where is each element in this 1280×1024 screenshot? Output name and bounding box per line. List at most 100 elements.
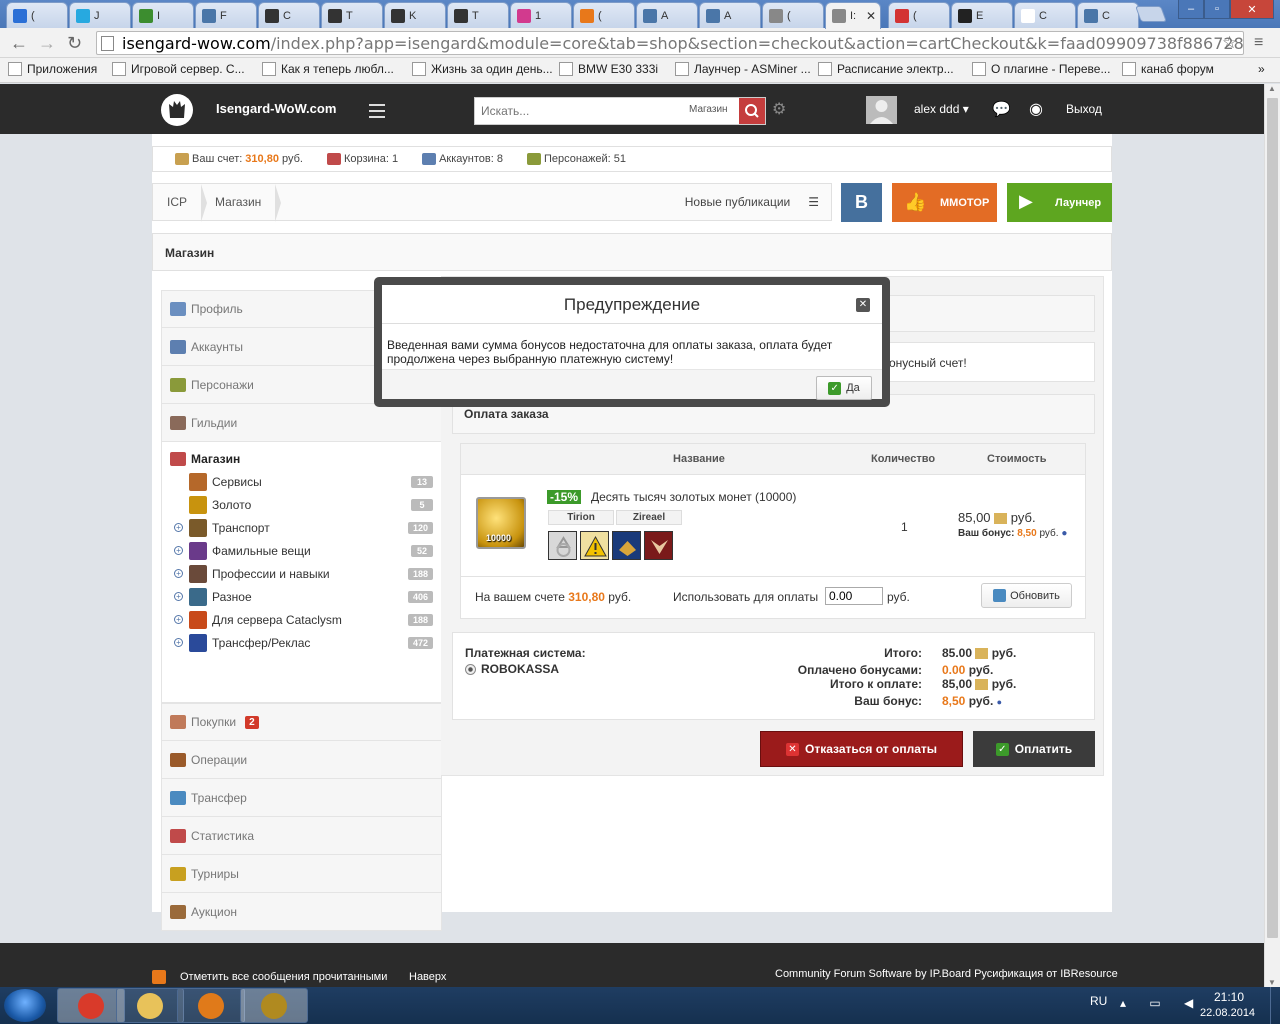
bookmarks-overflow[interactable]: » [1258, 62, 1265, 76]
taskbar-app-wow[interactable] [240, 988, 308, 1023]
close-icon[interactable]: ✕ [856, 298, 870, 312]
site-name[interactable]: Isengard-WoW.com [216, 101, 336, 116]
rss-icon[interactable] [152, 970, 166, 984]
accounts-info[interactable]: Аккаунтов: 8 [422, 153, 503, 165]
scrollbar-thumb[interactable] [1267, 98, 1278, 938]
maximize-button[interactable]: ▫ [1204, 0, 1230, 19]
breadcrumb-item-home[interactable]: ICP [153, 184, 208, 222]
bookmark-item[interactable]: О плагине - Переве... [972, 62, 1110, 76]
taskbar-app-explorer[interactable] [116, 988, 184, 1023]
info-icon[interactable]: ● [1061, 528, 1067, 539]
globe-icon[interactable]: ◉ [1029, 99, 1043, 119]
browser-tab[interactable]: ( [888, 2, 950, 28]
bookmark-star-icon[interactable]: ☆ [1222, 33, 1237, 53]
user-menu[interactable]: alex ddd ▾ [914, 102, 969, 116]
cart-link[interactable]: Корзина: 1 [326, 153, 398, 165]
characters-info[interactable]: Персонажей: 51 [526, 153, 626, 165]
browser-tab[interactable]: I [132, 2, 194, 28]
sidebar-item[interactable]: Аукцион [161, 893, 442, 931]
sidebar-item[interactable]: Турниры [161, 855, 442, 893]
new-tab-button[interactable] [1135, 6, 1167, 22]
browser-tab[interactable]: 1 [510, 2, 572, 28]
gold-coins-image[interactable]: 10000 [476, 497, 526, 549]
bookmark-item[interactable]: Приложения [8, 62, 97, 76]
shop-category-item[interactable]: + Разное 406 [170, 585, 433, 608]
browser-tab[interactable]: J [69, 2, 131, 28]
minimize-button[interactable]: – [1178, 0, 1204, 19]
dialog-ok-button[interactable]: ✓ Да [816, 376, 872, 400]
info-icon[interactable]: ● [997, 697, 1002, 707]
logout-link[interactable]: Выход [1066, 102, 1102, 116]
forward-icon[interactable]: → [38, 33, 56, 53]
shop-category-item[interactable]: + Трансфер/Реклас 472 [170, 631, 433, 654]
search-scope[interactable]: Магазин [689, 104, 728, 115]
page-scrollbar[interactable]: ▲ ▼ [1264, 84, 1280, 987]
browser-tab[interactable]: C [258, 2, 320, 28]
expand-icon[interactable]: + [174, 615, 183, 624]
mmotop-tile[interactable]: 👍 MMOTOP [892, 183, 997, 222]
browser-tab-active[interactable]: I: ✕ [825, 2, 881, 29]
payment-system-option[interactable]: ROBOKASSA [465, 662, 559, 676]
scroll-up-icon[interactable]: ▲ [1268, 84, 1276, 93]
footer-credits[interactable]: Community Forum Software by IP.Board Рус… [775, 968, 1118, 980]
bookmark-item[interactable]: Игровой сервер. С... [112, 62, 245, 76]
avatar[interactable] [866, 96, 897, 124]
mark-all-read-link[interactable]: Отметить все сообщения прочитанными [180, 971, 387, 983]
bonus-amount-input[interactable] [825, 587, 883, 605]
browser-tab[interactable]: E [951, 2, 1013, 28]
browser-tab[interactable]: ( [6, 2, 68, 28]
browser-tab[interactable]: ( [573, 2, 635, 28]
expand-icon[interactable]: + [174, 592, 183, 601]
shop-category-item[interactable]: Сервисы 13 [170, 470, 433, 493]
shop-category-item[interactable]: + Для сервера Cataclysm 188 [170, 608, 433, 631]
browser-tab[interactable]: C [1077, 2, 1139, 28]
item-name[interactable]: Десять тысяч золотых монет (10000) [591, 490, 796, 504]
bookmark-item[interactable]: Лаунчер - ASMiner ... [675, 62, 811, 76]
browser-tab[interactable]: T [321, 2, 383, 28]
scroll-down-icon[interactable]: ▼ [1268, 978, 1276, 987]
gear-icon[interactable]: ⚙ [772, 99, 786, 119]
close-window-button[interactable]: ✕ [1230, 0, 1274, 19]
clock-date[interactable]: 22.08.2014 [1200, 1007, 1255, 1019]
bookmark-item[interactable]: канаб форум [1122, 62, 1214, 76]
back-icon[interactable]: ← [10, 33, 28, 53]
shop-category-item[interactable]: + Транспорт 120 [170, 516, 433, 539]
browser-tab[interactable]: A [699, 2, 761, 28]
sidebar-item[interactable]: Гильдии [161, 404, 442, 442]
refresh-button[interactable]: Обновить [981, 583, 1072, 608]
language-indicator[interactable]: RU [1090, 994, 1107, 1008]
bookmark-item[interactable]: Жизнь за один день... [412, 62, 553, 76]
sidebar-item-shop-title[interactable]: Магазин [170, 452, 433, 466]
search-button[interactable] [739, 98, 765, 124]
show-desktop-button[interactable] [1270, 987, 1280, 1024]
breadcrumb-item-shop[interactable]: Магазин [201, 184, 282, 222]
expand-icon[interactable]: + [174, 638, 183, 647]
close-tab-icon[interactable]: ✕ [866, 9, 876, 23]
shop-category-item[interactable]: + Профессии и навыки 188 [170, 562, 433, 585]
expand-icon[interactable]: + [174, 523, 183, 532]
sidebar-item[interactable]: Трансфер [161, 779, 442, 817]
clock-time[interactable]: 21:10 [1214, 990, 1244, 1004]
new-posts-link[interactable]: Новые публикации ☰ [685, 195, 819, 209]
expand-icon[interactable]: + [174, 546, 183, 555]
reload-icon[interactable]: ↻ [67, 33, 82, 53]
bookmark-item[interactable]: BMW E30 333i [559, 62, 658, 76]
hamburger-menu-icon[interactable] [369, 104, 385, 118]
browser-tab[interactable]: C [1014, 2, 1076, 28]
shop-category-item[interactable]: + Фамильные вещи 52 [170, 539, 433, 562]
start-button[interactable] [4, 989, 46, 1022]
search-input[interactable] [475, 98, 687, 124]
browser-tab[interactable]: F [195, 2, 257, 28]
site-logo[interactable] [161, 94, 193, 126]
browser-tab[interactable]: K [384, 2, 446, 28]
pay-button[interactable]: ✓ Оплатить [973, 731, 1095, 767]
sidebar-item[interactable]: Статистика [161, 817, 442, 855]
taskbar-app-chrome[interactable] [57, 988, 125, 1023]
bookmark-item[interactable]: Расписание электр... [818, 62, 954, 76]
expand-icon[interactable]: + [174, 569, 183, 578]
taskbar-app-media-player[interactable] [177, 988, 245, 1023]
browser-tab[interactable]: A [636, 2, 698, 28]
address-bar[interactable]: isengard-wow.com/index.php?app=isengard&… [96, 31, 1244, 55]
browser-tab[interactable]: T [447, 2, 509, 28]
cancel-payment-button[interactable]: ✕ Отказаться от оплаты [760, 731, 963, 767]
